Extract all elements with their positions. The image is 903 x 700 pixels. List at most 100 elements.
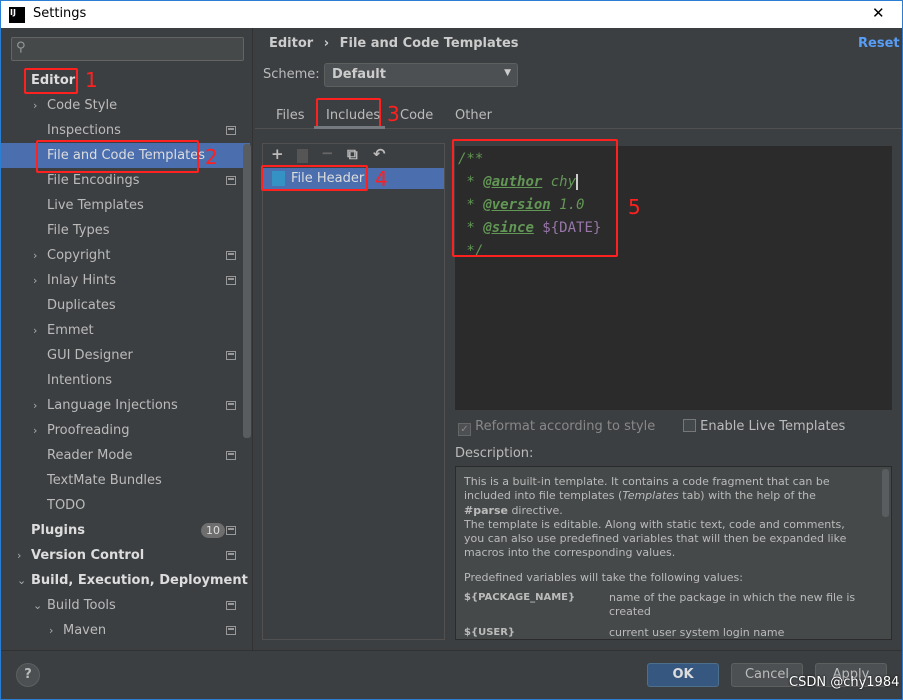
- sidebar-item-label: Duplicates: [47, 298, 116, 313]
- sidebar-item[interactable]: TODO: [0, 493, 250, 518]
- checkbox-checked-icon: ✓: [458, 423, 471, 436]
- help-button[interactable]: ?: [16, 663, 40, 687]
- settings-search-input[interactable]: ⚲: [11, 37, 244, 61]
- search-icon: ⚲: [16, 40, 26, 55]
- sidebar-item-label: Plugins: [31, 523, 85, 538]
- sidebar-item-label: TextMate Bundles: [47, 473, 162, 488]
- sidebar-item[interactable]: › Copyright: [0, 243, 250, 268]
- scheme-value: Default: [332, 67, 386, 82]
- sidebar-item-label: TODO: [47, 498, 86, 513]
- description-paragraph: This is a built-in template. It contains…: [464, 475, 830, 517]
- reformat-checkbox[interactable]: ✓ Reformat according to style: [458, 419, 655, 436]
- annotation-number: 4: [375, 167, 388, 191]
- sidebar-item[interactable]: › Proofreading: [0, 418, 250, 443]
- chevron-right-icon[interactable]: ›: [33, 418, 37, 443]
- scheme-label: Scheme:: [263, 67, 320, 82]
- sidebar-item-label: Proofreading: [47, 423, 130, 438]
- sidebar-item-label: Code Style: [47, 98, 118, 113]
- update-count-badge: 10: [201, 523, 225, 538]
- tab-files[interactable]: Files: [276, 108, 305, 123]
- description-scrollbar[interactable]: [882, 469, 889, 517]
- annotation-number: 1: [85, 68, 98, 92]
- description-label: Description:: [455, 446, 534, 461]
- sidebar-item[interactable]: File Types: [0, 218, 250, 243]
- annotation-box: [36, 140, 199, 173]
- breadcrumb-current: File and Code Templates: [339, 36, 519, 51]
- sidebar-item-label: Build Tools: [47, 598, 116, 613]
- breadcrumb: Editor › File and Code Templates: [269, 36, 519, 51]
- title-bar: IJ Settings ✕: [0, 0, 903, 28]
- sidebar-item-label: Inlay Hints: [47, 273, 116, 288]
- footer-divider: [0, 650, 903, 651]
- chevron-right-icon[interactable]: ›: [33, 268, 37, 293]
- close-button[interactable]: ✕: [872, 4, 885, 22]
- sidebar-item[interactable]: TextMate Bundles: [0, 468, 250, 493]
- scheme-dropdown[interactable]: Default ▼: [324, 63, 518, 87]
- variable-row: ${USER} current user system login name: [464, 625, 785, 639]
- chevron-down-icon[interactable]: ⌄: [17, 568, 26, 593]
- sidebar-item-label: GUI Designer: [47, 348, 133, 363]
- description-panel: This is a built-in template. It contains…: [455, 466, 892, 640]
- project-level-icon: [226, 251, 236, 260]
- sidebar-item-label: File Types: [47, 223, 110, 238]
- description-paragraph: The template is editable. Along with sta…: [464, 517, 847, 560]
- chevron-right-icon[interactable]: ›: [33, 93, 37, 118]
- sidebar-item[interactable]: Live Templates: [0, 193, 250, 218]
- sidebar-item-label: Version Control: [31, 548, 145, 563]
- sidebar-item[interactable]: › Language Injections: [0, 393, 250, 418]
- annotation-box: [24, 68, 78, 94]
- add-template-button[interactable]: +: [271, 145, 284, 163]
- sidebar-item[interactable]: Intentions: [0, 368, 250, 393]
- breadcrumb-separator: ›: [323, 36, 330, 51]
- project-level-icon: [226, 601, 236, 610]
- breadcrumb-parent[interactable]: Editor: [269, 36, 313, 51]
- chevron-right-icon[interactable]: ›: [49, 618, 53, 643]
- project-level-icon: [226, 126, 236, 135]
- tab-includes[interactable]: Includes: [326, 108, 380, 123]
- tab-other[interactable]: Other: [455, 108, 492, 123]
- sidebar-item-label: Build, Execution, Deployment: [31, 573, 248, 588]
- project-level-icon: [226, 176, 236, 185]
- chevron-down-icon[interactable]: ⌄: [33, 593, 42, 618]
- chevron-right-icon[interactable]: ›: [33, 393, 37, 418]
- project-level-icon: [226, 626, 236, 635]
- sidebar-scrollbar[interactable]: [243, 144, 251, 438]
- sidebar-item[interactable]: ⌄ Build Tools: [0, 593, 250, 618]
- project-level-icon: [226, 526, 236, 535]
- annotation-box: [261, 165, 368, 191]
- sidebar-item[interactable]: › Inlay Hints: [0, 268, 250, 293]
- chevron-right-icon[interactable]: ›: [33, 318, 37, 343]
- chevron-right-icon[interactable]: ›: [33, 243, 37, 268]
- sidebar-item[interactable]: › Emmet: [0, 318, 250, 343]
- tab-code[interactable]: Code: [400, 108, 433, 123]
- sidebar-item[interactable]: Reader Mode: [0, 443, 250, 468]
- annotation-number: 2: [205, 145, 218, 169]
- annotation-number: 3: [387, 102, 400, 126]
- project-level-icon: [226, 401, 236, 410]
- chevron-right-icon[interactable]: ›: [17, 543, 21, 568]
- sidebar-item-label: Live Templates: [47, 198, 144, 213]
- sidebar-item[interactable]: ⌄ Build, Execution, Deployment: [0, 568, 250, 593]
- project-level-icon: [226, 551, 236, 560]
- reset-link[interactable]: Reset: [858, 36, 900, 51]
- sidebar-item[interactable]: › Maven: [0, 618, 250, 643]
- sidebar-item-label: Emmet: [47, 323, 94, 338]
- window-title: Settings: [33, 6, 87, 21]
- ok-button[interactable]: OK: [647, 663, 719, 687]
- sidebar-item[interactable]: GUI Designer: [0, 343, 250, 368]
- live-templates-checkbox[interactable]: Enable Live Templates: [683, 419, 845, 434]
- sidebar-item[interactable]: Plugins 10: [0, 518, 250, 543]
- annotation-number: 5: [628, 195, 641, 219]
- copy-template-icon: [297, 149, 308, 163]
- watermark: CSDN @chy1984: [789, 675, 900, 690]
- duplicate-template-button[interactable]: ⧉: [347, 145, 358, 163]
- revert-template-button[interactable]: ↶: [373, 145, 386, 163]
- annotation-box: [452, 139, 618, 257]
- sidebar-item-label: Copyright: [47, 248, 111, 263]
- remove-template-button[interactable]: −: [321, 144, 334, 162]
- project-level-icon: [226, 276, 236, 285]
- sidebar-item[interactable]: › Version Control: [0, 543, 250, 568]
- sidebar-item[interactable]: Duplicates: [0, 293, 250, 318]
- sidebar-item[interactable]: › Code Style: [0, 93, 250, 118]
- templates-panel: + − ⧉ ↶ File Header: [262, 143, 445, 640]
